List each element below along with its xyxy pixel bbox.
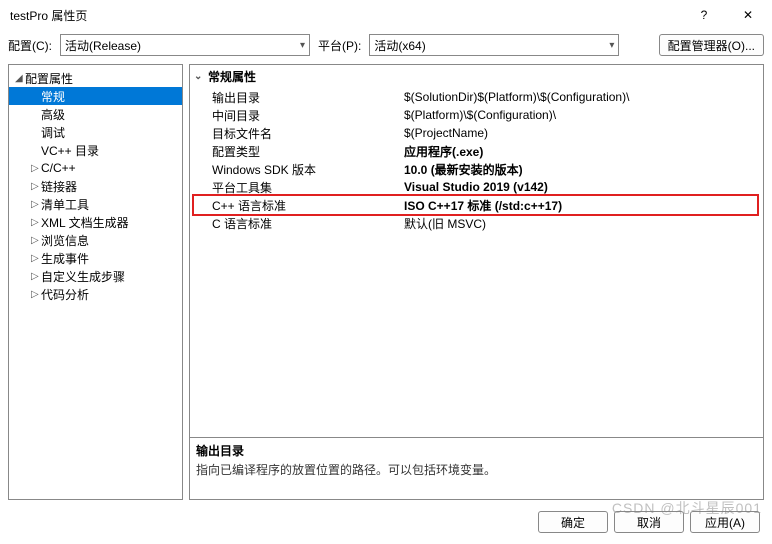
config-value: 活动(Release) [65,37,296,54]
tree-root-label: 配置属性 [25,70,73,87]
platform-value: 活动(x64) [374,37,605,54]
caret-right-icon: ▷ [31,163,41,174]
tree-item-label: 清单工具 [41,196,89,213]
tree-item[interactable]: ▷浏览信息 [9,231,182,249]
tree-item-label: XML 文档生成器 [41,214,129,231]
cancel-button[interactable]: 取消 [614,511,684,533]
caret-down-icon: ◢ [15,73,25,84]
window-title: testPro 属性页 [10,7,682,24]
property-value[interactable]: Visual Studio 2019 (v142) [400,180,763,194]
property-value[interactable]: 10.0 (最新安装的版本) [400,161,763,178]
config-combo[interactable]: 活动(Release) ▾ [60,34,310,56]
tree-item[interactable]: 常规 [9,87,182,105]
property-row[interactable]: Windows SDK 版本10.0 (最新安装的版本) [190,160,763,178]
tree-item[interactable]: ▷链接器 [9,177,182,195]
chevron-down-icon: ▾ [300,40,305,51]
property-name: C++ 语言标准 [190,197,400,214]
property-value[interactable]: $(ProjectName) [400,126,763,140]
tree-item-label: 调试 [41,124,65,141]
caret-right-icon: ▷ [31,181,41,192]
tree-item-label: 高级 [41,106,65,123]
tree-item[interactable]: ▷C/C++ [9,159,182,177]
platform-label: 平台(P): [318,37,361,54]
caret-right-icon: ▷ [31,235,41,246]
description-body: 指向已编译程序的放置位置的路径。可以包括环境变量。 [196,461,757,478]
tree-item-label: 浏览信息 [41,232,89,249]
property-row[interactable]: 目标文件名$(ProjectName) [190,124,763,142]
property-row[interactable]: C++ 语言标准ISO C++17 标准 (/std:c++17) [190,196,763,214]
tree-item[interactable]: 高级 [9,105,182,123]
property-value[interactable]: 默认(旧 MSVC) [400,215,763,232]
property-row[interactable]: 配置类型应用程序(.exe) [190,142,763,160]
tree-root[interactable]: ◢ 配置属性 [9,69,182,87]
property-value[interactable]: $(SolutionDir)$(Platform)\$(Configuratio… [400,90,763,104]
tree-item[interactable]: ▷代码分析 [9,285,182,303]
tree-view[interactable]: ◢ 配置属性 常规高级调试VC++ 目录▷C/C++▷链接器▷清单工具▷XML … [8,64,183,500]
tree-item-label: VC++ 目录 [41,142,99,159]
chevron-down-icon: ▾ [609,40,614,51]
tree-item[interactable]: ▷清单工具 [9,195,182,213]
property-row[interactable]: 中间目录$(Platform)\$(Configuration)\ [190,106,763,124]
apply-button[interactable]: 应用(A) [690,511,760,533]
close-button[interactable]: ✕ [726,0,770,30]
config-label: 配置(C): [8,37,52,54]
chevron-down-icon: ⌄ [194,71,208,82]
property-value[interactable]: 应用程序(.exe) [400,143,763,160]
property-row[interactable]: 平台工具集Visual Studio 2019 (v142) [190,178,763,196]
tree-item[interactable]: ▷生成事件 [9,249,182,267]
description-panel: 输出目录 指向已编译程序的放置位置的路径。可以包括环境变量。 [190,437,763,499]
tree-item[interactable]: ▷自定义生成步骤 [9,267,182,285]
caret-right-icon: ▷ [31,289,41,300]
caret-right-icon: ▷ [31,199,41,210]
caret-right-icon: ▷ [31,217,41,228]
description-title: 输出目录 [196,442,757,459]
property-grid: ⌄ 常规属性 输出目录$(SolutionDir)$(Platform)\$(C… [190,65,763,437]
tree-item-label: 代码分析 [41,286,89,303]
property-name: C 语言标准 [190,215,400,232]
property-name: Windows SDK 版本 [190,161,400,178]
caret-right-icon: ▷ [31,253,41,264]
property-value[interactable]: ISO C++17 标准 (/std:c++17) [400,197,763,214]
tree-item[interactable]: ▷XML 文档生成器 [9,213,182,231]
tree-item[interactable]: VC++ 目录 [9,141,182,159]
tree-item-label: C/C++ [41,161,76,175]
property-name: 配置类型 [190,143,400,160]
tree-item-label: 常规 [41,88,65,105]
tree-item-label: 链接器 [41,178,77,195]
property-name: 平台工具集 [190,179,400,196]
property-name: 目标文件名 [190,125,400,142]
property-group-header[interactable]: ⌄ 常规属性 [190,65,763,88]
property-value[interactable]: $(Platform)\$(Configuration)\ [400,108,763,122]
property-row[interactable]: C 语言标准默认(旧 MSVC) [190,214,763,232]
group-title: 常规属性 [208,68,256,85]
tree-item-label: 生成事件 [41,250,89,267]
caret-right-icon: ▷ [31,271,41,282]
platform-combo[interactable]: 活动(x64) ▾ [369,34,619,56]
tree-item[interactable]: 调试 [9,123,182,141]
tree-item-label: 自定义生成步骤 [41,268,125,285]
help-button[interactable]: ? [682,0,726,30]
property-name: 输出目录 [190,89,400,106]
property-name: 中间目录 [190,107,400,124]
ok-button[interactable]: 确定 [538,511,608,533]
property-row[interactable]: 输出目录$(SolutionDir)$(Platform)\$(Configur… [190,88,763,106]
config-manager-button[interactable]: 配置管理器(O)... [659,34,764,56]
